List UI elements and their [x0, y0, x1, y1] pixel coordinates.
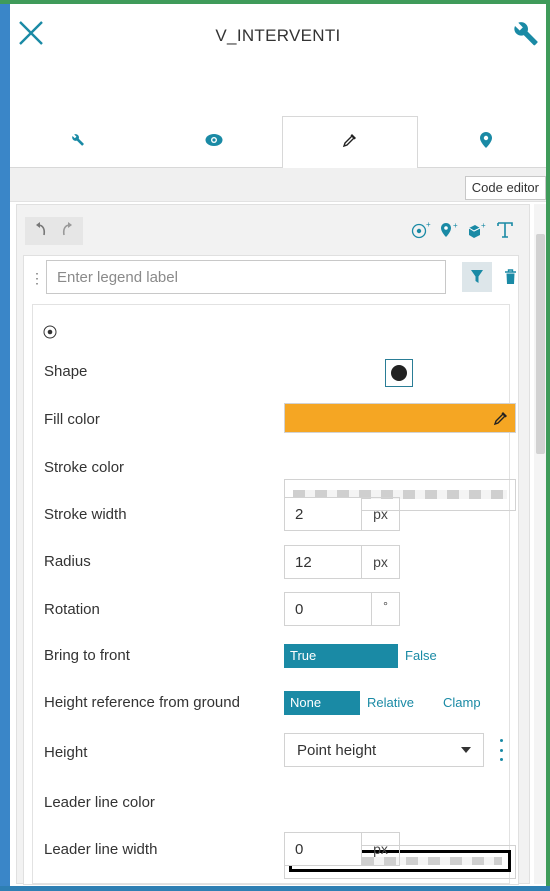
shape-picker-button[interactable] — [385, 359, 413, 387]
style-editor-panel: V_INTERVENTI Code editor + + + ⋮⋮ Enter … — [10, 4, 546, 886]
fill-color-picker[interactable] — [284, 403, 516, 433]
point-symbol-icon — [43, 325, 57, 344]
stroke-width-label: Stroke width — [44, 506, 127, 523]
svg-text:+: + — [481, 221, 486, 230]
scrollbar-thumb[interactable] — [536, 234, 545, 454]
rotation-unit: ° — [372, 592, 400, 626]
rotation-label: Rotation — [44, 601, 100, 618]
bring-to-front-label: Bring to front — [44, 647, 130, 664]
radius-unit: px — [362, 545, 400, 579]
height-ref-clamp[interactable]: Clamp — [437, 691, 487, 715]
style-rules-area: + + + ⋮⋮ Enter legend label Shape Fill c… — [16, 204, 531, 885]
editor-header-strip: Code editor — [10, 168, 546, 202]
add-marker-icon[interactable]: + — [437, 217, 461, 243]
style-toolbar: + + + — [17, 217, 531, 245]
rotation-input[interactable] — [284, 592, 372, 626]
stroke-width-field: px — [284, 497, 400, 531]
eye-icon — [205, 133, 223, 152]
leader-line-width-input[interactable] — [284, 832, 362, 866]
symbol-properties: Shape Fill color Stroke color Stroke wid… — [32, 304, 516, 884]
circle-shape-icon — [391, 365, 407, 381]
svg-text:+: + — [426, 221, 431, 229]
trash-icon[interactable] — [500, 264, 520, 290]
fill-color-label: Fill color — [44, 411, 100, 428]
filter-icon[interactable] — [462, 262, 492, 292]
rotation-field: ° — [284, 592, 400, 626]
tab-settings[interactable] — [10, 116, 146, 168]
eyedropper-icon — [342, 132, 358, 153]
caret-down-icon — [461, 747, 471, 753]
scrollbar[interactable] — [534, 204, 546, 884]
eyedropper-icon — [493, 410, 509, 431]
wrench-icon[interactable] — [512, 20, 540, 48]
height-ref-relative[interactable]: Relative — [361, 691, 420, 715]
undo-redo-group — [25, 217, 83, 245]
redo-icon[interactable] — [55, 217, 79, 243]
stroke-color-label: Stroke color — [44, 459, 125, 476]
window-frame-left — [0, 0, 10, 891]
wrench-icon — [71, 133, 85, 152]
leader-line-width-field: px — [284, 832, 400, 866]
shape-label: Shape — [44, 363, 88, 380]
kebab-menu-icon[interactable] — [495, 739, 507, 761]
radius-field: px — [284, 545, 400, 579]
window-frame-bottom — [0, 886, 550, 891]
code-editor-button[interactable]: Code editor — [464, 176, 546, 200]
height-select[interactable]: Point height — [284, 733, 484, 767]
bring-to-front-false[interactable]: False — [399, 644, 443, 668]
panel-header: V_INTERVENTI — [10, 4, 546, 64]
height-select-value: Point height — [297, 741, 377, 759]
leader-line-width-unit: px — [362, 832, 400, 866]
stroke-width-unit: px — [362, 497, 400, 531]
page-title: V_INTERVENTI — [215, 26, 341, 45]
add-point-icon[interactable]: + — [409, 217, 433, 243]
tab-visibility[interactable] — [146, 116, 282, 168]
leader-line-color-label: Leader line color — [44, 794, 155, 811]
undo-icon[interactable] — [29, 217, 53, 243]
stroke-width-input[interactable] — [284, 497, 362, 531]
style-rule-card: ⋮⋮ Shape Fill color — [23, 255, 519, 885]
svg-text:+: + — [453, 221, 458, 230]
leader-line-width-label: Leader line width — [44, 841, 158, 858]
radius-label: Radius — [44, 553, 91, 570]
height-reference-label: Height reference from ground — [44, 694, 240, 711]
height-ref-none[interactable]: None — [284, 691, 360, 715]
map-pin-icon — [480, 131, 492, 153]
bring-to-front-true[interactable]: True — [284, 644, 398, 668]
tab-bar — [10, 116, 546, 169]
add-text-icon[interactable] — [493, 217, 517, 243]
window-frame-right — [546, 0, 550, 891]
tab-location[interactable] — [418, 116, 546, 168]
radius-input[interactable] — [284, 545, 362, 579]
legend-label-input[interactable] — [46, 260, 446, 294]
height-label: Height — [44, 744, 88, 761]
tab-style[interactable] — [282, 116, 418, 169]
add-model-icon[interactable]: + — [465, 217, 489, 243]
